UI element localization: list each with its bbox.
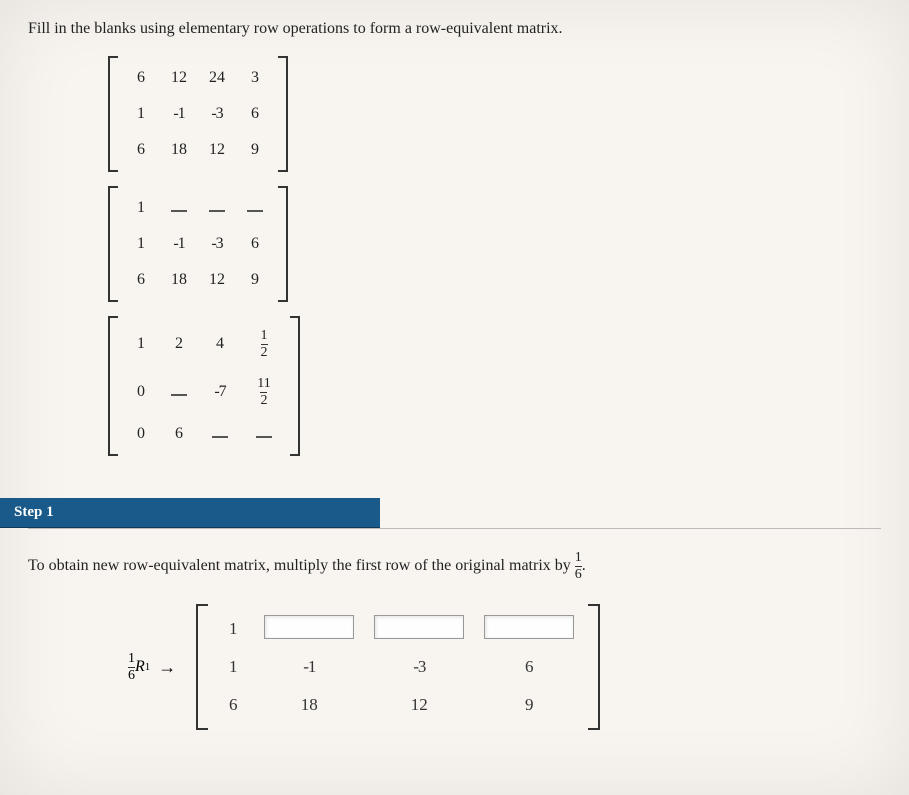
step-1-body: To obtain new row-equivalent matrix, mul… [28,528,881,730]
arrow-icon: → [158,657,176,678]
coef-fraction: 1 6 [575,551,582,582]
matrix-1: 6 12 24 3 1 -1 -3 6 6 18 12 9 [108,56,288,172]
res-r3c1: 6 [212,695,254,715]
m1-r3c2: 18 [160,141,198,159]
m1-r1c1: 6 [122,69,160,87]
m3-r3c3-blank[interactable] [198,425,242,443]
m2-r2c1: 1 [122,235,160,253]
res-r3c3: 12 [364,695,474,715]
m2-r2c3: -3 [198,235,236,253]
m3-r2c3: -7 [198,383,242,401]
op-num: 1 [128,652,135,667]
m1-r2c3: -3 [198,105,236,123]
step-1-equation: 1 6 R1 → 1 1 -1 -3 6 6 18 12 [128,604,881,730]
m3-r1c1: 1 [122,335,160,353]
step-1-text-b: . [582,557,586,574]
prompt-text: Fill in the blanks using elementary row … [28,20,881,38]
m3-r2c4: 112 [242,377,286,408]
coef-den: 6 [575,566,582,582]
res-r1c3-input[interactable] [364,615,474,644]
step-1-text: To obtain new row-equivalent matrix, mul… [28,551,881,582]
m1-r3c4: 9 [236,141,274,159]
res-r2c3: -3 [364,657,474,677]
m3-r3c1: 0 [122,425,160,443]
res-r3c4: 9 [474,695,584,715]
op-row-sub: 1 [145,661,151,673]
m1-r1c2: 12 [160,69,198,87]
m2-r2c4: 6 [236,235,274,253]
matrix-2: 1 1 -1 -3 6 6 18 12 9 [108,186,288,302]
m1-r3c3: 12 [198,141,236,159]
op-row-symbol: R [135,658,145,676]
m3-r2c2-blank[interactable] [160,383,198,401]
matrix-3: 1 2 4 12 0 -7 112 0 6 [108,316,300,456]
res-r1c1: 1 [212,619,254,639]
m2-r1c2-blank[interactable] [160,199,198,217]
m1-r2c2: -1 [160,105,198,123]
m3-r3c2: 6 [160,425,198,443]
res-r2c4: 6 [474,657,584,677]
res-r3c2: 18 [254,695,364,715]
m2-r1c3-blank[interactable] [198,199,236,217]
m2-r3c2: 18 [160,271,198,289]
m1-r1c3: 24 [198,69,236,87]
coef-num: 1 [575,551,582,566]
m2-r2c2: -1 [160,235,198,253]
op-den: 6 [128,667,135,683]
m2-r1c4-blank[interactable] [236,199,274,217]
row-operation: 1 6 R1 → [128,652,184,683]
m1-r1c4: 3 [236,69,274,87]
m3-r1c2: 2 [160,335,198,353]
matrix-group: 6 12 24 3 1 -1 -3 6 6 18 12 9 1 1 -1 [108,56,881,470]
m3-r1c4: 12 [242,329,286,360]
m2-r1c1: 1 [122,199,160,217]
m2-r3c1: 6 [122,271,160,289]
m1-r2c4: 6 [236,105,274,123]
m2-r3c3: 12 [198,271,236,289]
m3-r2c1: 0 [122,383,160,401]
m3-r1c3: 4 [198,335,242,353]
res-r1c4-input[interactable] [474,615,584,644]
m3-r3c4-blank[interactable] [242,425,286,443]
step-1-header: Step 1 [0,498,380,528]
op-fraction: 1 6 [128,652,135,683]
m2-r3c4: 9 [236,271,274,289]
res-r2c1: 1 [212,657,254,677]
res-r2c2: -1 [254,657,364,677]
m1-r3c1: 6 [122,141,160,159]
m1-r2c1: 1 [122,105,160,123]
res-r1c2-input[interactable] [254,615,364,644]
step-1-text-a: To obtain new row-equivalent matrix, mul… [28,557,575,574]
result-matrix: 1 1 -1 -3 6 6 18 12 9 [196,604,600,730]
